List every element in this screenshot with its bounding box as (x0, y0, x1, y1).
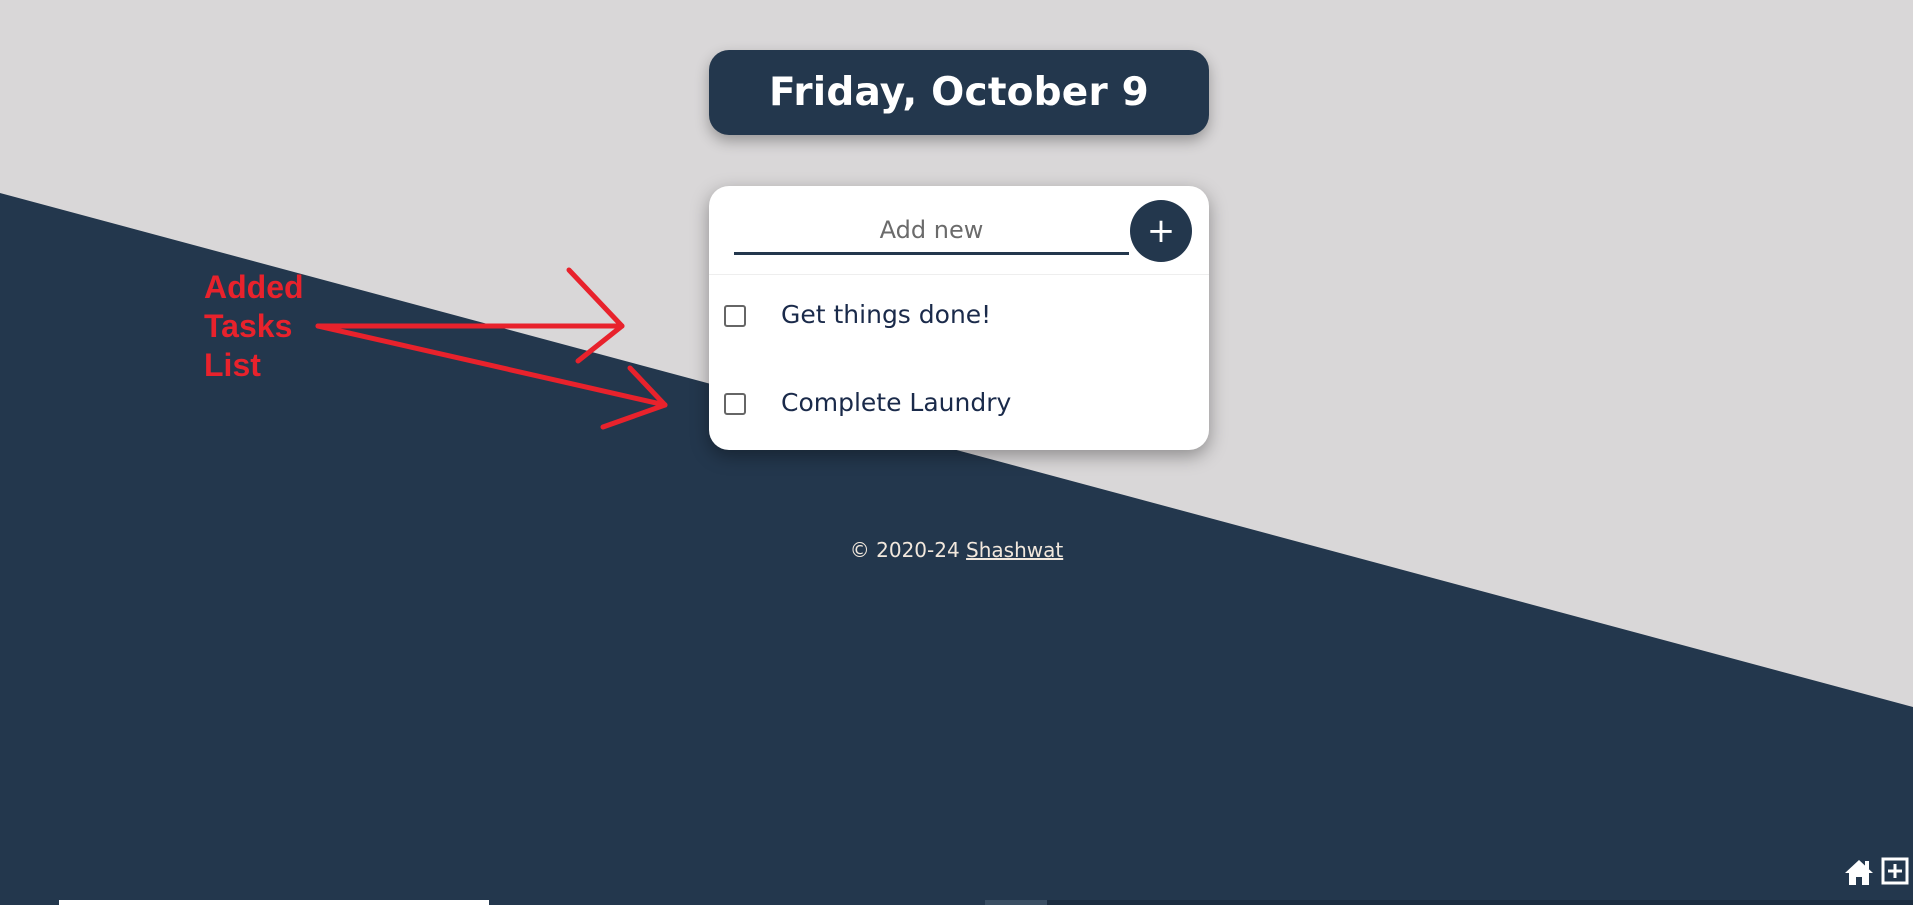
annotation-line: List (204, 347, 261, 383)
home-icon[interactable] (1843, 857, 1875, 887)
bottom-strip (1047, 900, 1913, 905)
task-item: Complete Laundry (709, 366, 1209, 446)
annotation-line: Added (204, 269, 304, 305)
task-label: Get things done! (781, 300, 992, 329)
footer: © 2020-24 Shashwat (0, 538, 1913, 562)
date-text: Friday, October 9 (769, 70, 1149, 115)
add-new-input[interactable] (734, 208, 1129, 255)
background-slant (0, 193, 1913, 905)
annotation-line: Tasks (204, 308, 293, 344)
task-checkbox[interactable] (724, 305, 746, 327)
bottom-strip (59, 900, 489, 905)
add-task-row: + (709, 186, 1209, 275)
date-header: Friday, October 9 (709, 50, 1209, 135)
task-item: Get things done! (709, 278, 1209, 358)
annotation-label: Added Tasks List (204, 268, 304, 385)
copyright-text: © 2020-24 (849, 538, 967, 562)
author-link[interactable]: Shashwat (966, 538, 1063, 562)
task-checkbox[interactable] (724, 393, 746, 415)
add-task-button[interactable]: + (1130, 200, 1192, 262)
todo-card: + Get things done! Complete Laundry (709, 186, 1209, 450)
bottom-strip (985, 900, 1047, 905)
corner-icons (1843, 857, 1909, 887)
add-box-icon[interactable] (1881, 857, 1909, 887)
task-label: Complete Laundry (781, 388, 1012, 417)
